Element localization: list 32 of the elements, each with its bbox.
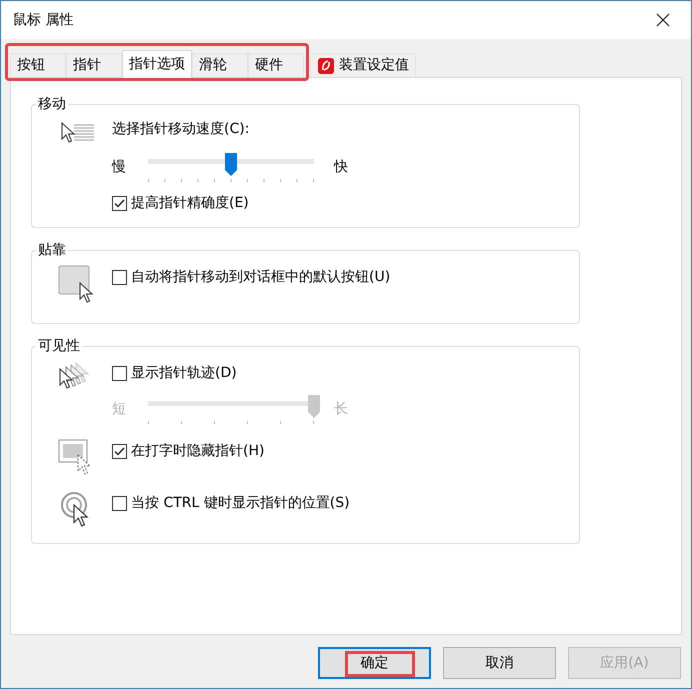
speed-label: 选择指针移动速度(C): [112, 120, 250, 139]
checkbox[interactable] [112, 196, 127, 210]
checkbox[interactable] [112, 366, 127, 380]
checkbox-option[interactable]: 自动将指针移动到对话框中的默认按钮(U) [112, 265, 390, 289]
tab[interactable]: 滑轮 [192, 53, 248, 77]
highlight-frame [345, 651, 415, 677]
checkbox[interactable] [112, 496, 127, 510]
tab[interactable]: 装置设定值 [310, 53, 416, 77]
checkbox-option[interactable]: 提高指针精确度(E) [112, 191, 249, 215]
check-icon [114, 446, 125, 456]
tab[interactable]: 硬件 [248, 53, 304, 77]
check-icon [114, 198, 125, 208]
group-title: 移动 [37, 95, 67, 114]
checkbox-option[interactable]: 在打字时隐藏指针(H) [112, 439, 264, 463]
checkbox-option[interactable]: 显示指针轨迹(D) [112, 361, 237, 385]
checkbox[interactable] [112, 270, 127, 284]
vendor-logo-icon [317, 56, 335, 74]
tab[interactable]: 指针选项 [122, 50, 192, 78]
close-icon [656, 13, 670, 27]
slider-thumb[interactable] [225, 152, 237, 176]
tab[interactable]: 按钮 [10, 53, 66, 77]
group-title: 可见性 [37, 337, 81, 356]
window-title: 鼠标 属性 [13, 10, 74, 30]
dialog-button[interactable]: 取消 [443, 647, 556, 679]
tab[interactable]: 指针 [66, 53, 122, 77]
slider-max-label: 快 [334, 158, 348, 176]
slider-min-label: 慢 [112, 158, 127, 176]
slider-max-label: 长 [334, 400, 348, 418]
slider-min-label: 短 [112, 400, 127, 418]
group-title: 贴靠 [37, 241, 67, 260]
checkbox-option[interactable]: 当按 CTRL 键时显示指针的位置(S) [112, 491, 350, 515]
checkbox[interactable] [112, 444, 127, 458]
